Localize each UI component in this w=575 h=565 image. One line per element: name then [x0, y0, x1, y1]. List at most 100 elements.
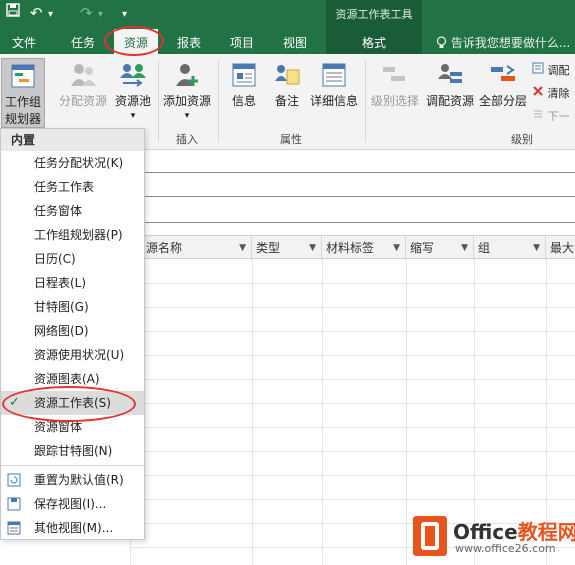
column-header-label: 类型: [256, 241, 281, 255]
notes-icon: [275, 65, 300, 85]
menu-item-view[interactable]: 任务分配状况(K): [1, 151, 144, 175]
group-label-level: 级别: [511, 133, 533, 146]
filter-dropdown-icon[interactable]: ▼: [461, 236, 468, 260]
resource-pool-dropdown-icon[interactable]: ▾: [112, 111, 154, 121]
details-label: 详细信息: [309, 94, 358, 108]
next-overallocation-label: 下一: [547, 110, 570, 123]
level-selection-button: 级别选择: [368, 62, 422, 109]
tab-project[interactable]: 项目: [230, 34, 254, 51]
filter-dropdown-icon[interactable]: ▼: [533, 236, 540, 260]
tab-report[interactable]: 报表: [177, 34, 201, 51]
notes-label: 备注: [274, 94, 299, 108]
column-header-label: 最大: [550, 241, 575, 255]
view-dropdown-menu: 内置 任务分配状况(K) 任务工作表 任务窗体 工作组规划器(P) 日历(C) 日程表(L…: [0, 128, 145, 540]
notes-button[interactable]: 备注: [268, 62, 306, 109]
leveling-options-button[interactable]: 调配: [532, 62, 570, 78]
column-header-label: 缩写: [410, 241, 435, 255]
menu-action-item[interactable]: 其他视图(M)...: [1, 516, 144, 540]
tab-task[interactable]: 任务: [71, 34, 95, 51]
grid-row-line: [130, 331, 575, 332]
divider-line: [145, 196, 575, 197]
menu-item-view[interactable]: 资源使用状况(U): [1, 343, 144, 367]
grid-row-line: [130, 427, 575, 428]
filter-dropdown-icon[interactable]: ▼: [239, 236, 246, 260]
details-icon: [322, 63, 346, 87]
column-header-initials[interactable]: 缩写 ▼: [406, 236, 474, 260]
level-selection-icon: [383, 67, 405, 81]
redo-dropdown-icon: ▾: [98, 9, 104, 20]
menu-item-label: 甘特图(G): [34, 300, 89, 314]
grid-row-line: [130, 355, 575, 356]
annotation-circle: [2, 386, 136, 422]
grid-column-line: [252, 259, 253, 565]
grid-row-line: [130, 499, 575, 500]
menu-item-view[interactable]: 工作组规划器(P): [1, 223, 144, 247]
customize-qat-icon[interactable]: ▾: [122, 6, 127, 24]
undo-dropdown-icon[interactable]: ▾: [48, 6, 53, 24]
menu-item-label: 重置为默认值(R): [34, 473, 124, 487]
level-resource-button[interactable]: 调配资源: [424, 62, 476, 109]
assign-resources-button: 分配资源: [57, 62, 109, 109]
title-bar: ↶ ▾ ↷ ▾ ▾: [0, 0, 575, 28]
logo-brand-main: Office: [453, 520, 518, 544]
menu-item-view[interactable]: 甘特图(G): [1, 295, 144, 319]
undo-icon[interactable]: ↶: [30, 4, 43, 22]
resource-pool-button[interactable]: 资源池 ▾: [112, 62, 154, 121]
tab-file[interactable]: 文件: [12, 34, 36, 51]
ribbon-divider: [158, 60, 159, 142]
column-header-material-label[interactable]: 材料标签 ▼: [322, 236, 406, 260]
menu-action-item[interactable]: 重置为默认值(R): [1, 468, 144, 492]
menu-section-header: 内置: [1, 129, 144, 151]
menu-item-label: 日历(C): [34, 252, 76, 266]
level-selection-label: 级别选择: [370, 94, 419, 108]
column-header-label: 组: [478, 241, 491, 255]
menu-item-view[interactable]: 任务窗体: [1, 199, 144, 223]
level-all-button[interactable]: 全部分层: [478, 62, 528, 109]
tab-format[interactable]: 格式: [326, 34, 422, 51]
menu-item-label: 日程表(L): [34, 276, 87, 290]
add-resources-icon: [176, 64, 198, 86]
save-icon[interactable]: [6, 3, 20, 21]
redo-icon: ↷: [80, 4, 93, 22]
menu-item-label: 跟踪甘特图(N): [34, 444, 113, 458]
menu-action-item[interactable]: 保存视图(I)...: [1, 492, 144, 516]
menu-item-view[interactable]: 跟踪甘特图(N): [1, 439, 144, 463]
grid-row-line: [130, 379, 575, 380]
grid-row-line: [130, 475, 575, 476]
filter-dropdown-icon[interactable]: ▼: [393, 236, 400, 260]
column-header-group[interactable]: 组 ▼: [474, 236, 546, 260]
team-planner-icon: [11, 64, 35, 88]
column-header-label: 材料标签: [326, 241, 375, 255]
filter-dropdown-icon[interactable]: ▼: [309, 236, 316, 260]
resource-pool-icon: [120, 64, 146, 87]
column-header-type[interactable]: 类型 ▼: [252, 236, 322, 260]
divider-line: [145, 222, 575, 223]
add-resources-dropdown-icon[interactable]: ▾: [161, 111, 213, 121]
group-label-insert: 插入: [176, 133, 198, 146]
menu-item-view[interactable]: 任务工作表: [1, 175, 144, 199]
logo-brand: Office教程网: [453, 516, 575, 545]
resource-pool-label: 资源池: [114, 94, 151, 108]
menu-item-view[interactable]: 日程表(L): [1, 271, 144, 295]
column-header-max-units[interactable]: 最大: [546, 236, 575, 260]
add-resources-button[interactable]: 添加资源 ▾: [161, 62, 213, 121]
menu-item-view[interactable]: 日历(C): [1, 247, 144, 271]
tab-view[interactable]: 视图: [283, 34, 307, 51]
details-button[interactable]: 详细信息: [308, 62, 360, 109]
information-button[interactable]: 信息: [225, 62, 263, 109]
group-label-properties: 属性: [280, 133, 302, 146]
team-planner-button[interactable]: 工作组 规划器 ▾: [1, 58, 45, 141]
leveling-options-icon: [532, 62, 544, 77]
divider-line: [145, 172, 575, 173]
menu-item-view[interactable]: 网络图(D): [1, 319, 144, 343]
level-resource-label: 调配资源: [425, 94, 474, 108]
logo-brand-accent: 教程网: [517, 520, 575, 544]
column-header-resource-name[interactable]: 资源名称 ▼: [130, 236, 252, 260]
clear-leveling-button[interactable]: 清除: [532, 85, 570, 101]
grid-row-line: [130, 307, 575, 308]
tell-me-box[interactable]: 告诉我您想要做什么...: [436, 34, 570, 51]
assign-resources-icon: [71, 64, 96, 86]
menu-item-label: 其他视图(M)...: [34, 521, 114, 535]
next-overallocation-button: 下一: [532, 108, 570, 124]
level-all-icon: [491, 65, 515, 81]
